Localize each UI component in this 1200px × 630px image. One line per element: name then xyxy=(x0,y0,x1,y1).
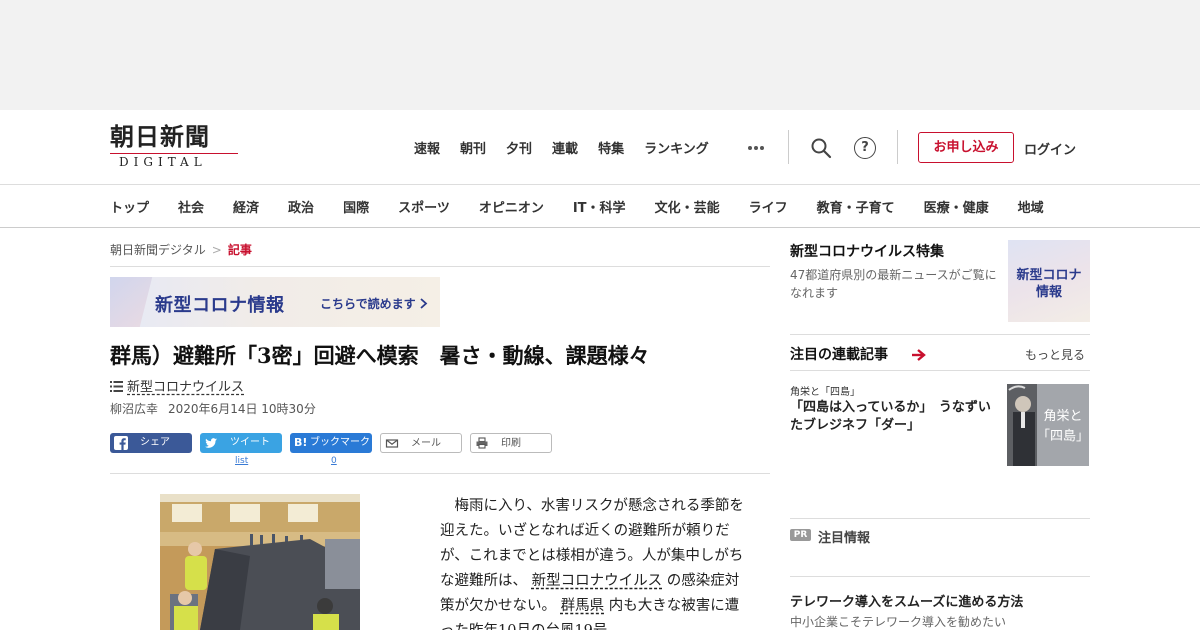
help-icon[interactable]: ? xyxy=(854,137,876,159)
feature-title[interactable]: 新型コロナウイルス特集 xyxy=(790,241,944,261)
nav-rensai[interactable]: 連載 xyxy=(552,138,578,157)
divider xyxy=(110,266,770,267)
nav-tokushu[interactable]: 特集 xyxy=(598,138,624,157)
rensai-section-title: 注目の連載記事 xyxy=(790,347,888,363)
logo-rule xyxy=(110,153,238,154)
facebook-share-button[interactable]: シェア xyxy=(110,433,192,453)
category-nav-bar: トップ 社会 経済 政治 国際 スポーツ オピニオン IT・科学 文化・芸能 ラ… xyxy=(0,184,1200,228)
category-nav: トップ 社会 経済 政治 国際 スポーツ オピニオン IT・科学 文化・芸能 ラ… xyxy=(110,197,1044,216)
printer-icon xyxy=(476,437,488,449)
rensai-thumbnail[interactable]: 角栄と 「四島」 xyxy=(1007,384,1089,466)
hatena-bookmark-button[interactable]: B! ブックマーク xyxy=(290,433,372,453)
share-label: メール xyxy=(411,438,441,449)
article-photo[interactable] xyxy=(160,494,360,630)
hatena-count[interactable]: 0 xyxy=(331,456,337,466)
feature-description: 47都道府県別の最新ニュースがご覧になれます xyxy=(790,268,997,300)
banner-title: 新型コロナ情報 xyxy=(155,295,285,316)
divider xyxy=(790,576,1090,577)
body-line: 梅雨に入り、水害リスクが懸念される季 xyxy=(454,498,715,514)
category-education[interactable]: 教育・子育て xyxy=(817,197,895,216)
article-headline: 群馬）避難所「3密」回避へ模索 暑さ・動線、課題様々 xyxy=(110,343,650,368)
category-society[interactable]: 社会 xyxy=(178,197,204,216)
category-opinion[interactable]: オピニオン xyxy=(479,197,544,216)
article-body: 梅雨に入り、水害リスクが懸念される季節を迎えた。いざとなれば近くの避難所が頼りだ… xyxy=(440,494,750,630)
rensai-thumbnail-image: 角栄と 「四島」 xyxy=(1007,384,1089,466)
chevron-right-icon xyxy=(420,298,428,309)
breadcrumb-separator-icon: > xyxy=(211,243,222,257)
category-top[interactable]: トップ xyxy=(110,197,149,216)
category-region[interactable]: 地域 xyxy=(1018,197,1044,216)
share-label: シェア xyxy=(140,437,170,448)
subscribe-button[interactable]: お申し込み xyxy=(918,132,1014,163)
print-button[interactable]: 印刷 xyxy=(470,433,552,453)
series-label: 角栄と「四島」 xyxy=(790,387,860,398)
more-menu-icon[interactable] xyxy=(746,146,766,152)
twitter-bird-icon xyxy=(205,438,217,448)
share-label: ブックマーク xyxy=(310,437,370,448)
corona-info-banner[interactable]: 新型コロナ情報 こちらで読めます xyxy=(110,277,440,327)
search-icon[interactable] xyxy=(809,136,833,160)
site-header: 朝日新聞 DIGITAL 速報 朝刊 夕刊 連載 特集 ランキング ? お申し込… xyxy=(0,110,1200,185)
keyword-link-covid[interactable]: 新型コロナウイルス xyxy=(532,573,663,589)
login-link[interactable]: ログイン xyxy=(1024,139,1076,158)
body-line: 内 xyxy=(608,598,624,614)
pr-item-subtitle: 中小企業こそテレワーク導入を勧めたい xyxy=(790,615,1007,629)
breadcrumb: 朝日新聞デジタル > 記事 xyxy=(110,241,252,258)
breadcrumb-home[interactable]: 朝日新聞デジタル xyxy=(110,243,206,257)
hatena-bookmark-icon: B! xyxy=(294,436,308,449)
logo-sub-text: DIGITAL xyxy=(119,155,207,169)
logo-main-text: 朝日新聞 xyxy=(110,122,210,151)
category-politics[interactable]: 政治 xyxy=(288,197,314,216)
thumb-text: 角栄と xyxy=(1043,409,1082,424)
nav-yukan[interactable]: 夕刊 xyxy=(506,138,532,157)
thumb-text: 「四島」 xyxy=(1037,429,1089,444)
facebook-icon xyxy=(114,436,128,450)
mail-share-button[interactable]: メール xyxy=(380,433,462,453)
top-nav: 速報 朝刊 夕刊 連載 特集 ランキング xyxy=(414,138,729,157)
more-link[interactable]: もっと見る xyxy=(1025,346,1085,363)
arrow-right-icon xyxy=(912,349,926,361)
nav-choukan[interactable]: 朝刊 xyxy=(460,138,486,157)
divider xyxy=(790,334,1090,335)
category-sports[interactable]: スポーツ xyxy=(398,197,450,216)
feature-thumbnail[interactable]: 新型コロナ 情報 xyxy=(1008,240,1090,322)
header-divider xyxy=(788,130,789,164)
category-life[interactable]: ライフ xyxy=(749,197,788,216)
share-label: ツイート xyxy=(230,437,270,448)
pr-badge: PR xyxy=(790,529,811,541)
asahi-digital-logo[interactable]: 朝日新聞 DIGITAL xyxy=(110,124,240,170)
publish-date: 2020年6月14日 10時30分 xyxy=(168,402,316,416)
thumb-text: 情報 xyxy=(1035,285,1062,300)
pr-item-title[interactable]: テレワーク導入をスムーズに進める方法 xyxy=(790,591,1023,610)
byline: 柳沼広幸 2020年6月14日 10時30分 xyxy=(110,400,316,417)
category-economy[interactable]: 経済 xyxy=(233,197,259,216)
category-it-science[interactable]: IT・科学 xyxy=(573,197,626,216)
twitter-share-button[interactable]: ツイート xyxy=(200,433,282,453)
category-international[interactable]: 国際 xyxy=(343,197,369,216)
share-label: 印刷 xyxy=(501,438,521,449)
nav-ranking[interactable]: ランキング xyxy=(644,138,709,157)
thumb-text: 新型コロナ xyxy=(1016,268,1082,283)
author: 柳沼広幸 xyxy=(110,402,159,416)
mail-icon xyxy=(385,439,399,448)
divider xyxy=(790,370,1090,371)
divider xyxy=(110,473,770,474)
twitter-list-link[interactable]: list xyxy=(235,456,248,466)
breadcrumb-current: 記事 xyxy=(227,243,252,257)
tag-label: 新型コロナウイルス xyxy=(127,380,245,395)
ad-banner-area xyxy=(0,0,1200,110)
category-health[interactable]: 医療・健康 xyxy=(924,197,989,216)
list-icon xyxy=(110,381,123,392)
pr-section-title: 注目情報 xyxy=(818,531,871,546)
category-culture[interactable]: 文化・芸能 xyxy=(655,197,720,216)
header-divider xyxy=(897,130,898,164)
article-tag[interactable]: 新型コロナウイルス xyxy=(110,376,244,395)
keyword-link-gunma[interactable]: 群馬県 xyxy=(561,598,605,614)
evacuation-shelter-image xyxy=(160,494,360,630)
banner-decoration xyxy=(110,277,154,327)
nav-sokuho[interactable]: 速報 xyxy=(414,138,440,157)
divider xyxy=(790,518,1090,519)
rensai-article-link[interactable]: 「四島は入っているか」 うなずいたブレジネフ「ダー」 xyxy=(790,399,1002,435)
banner-cta: こちらで読めます xyxy=(320,295,428,312)
